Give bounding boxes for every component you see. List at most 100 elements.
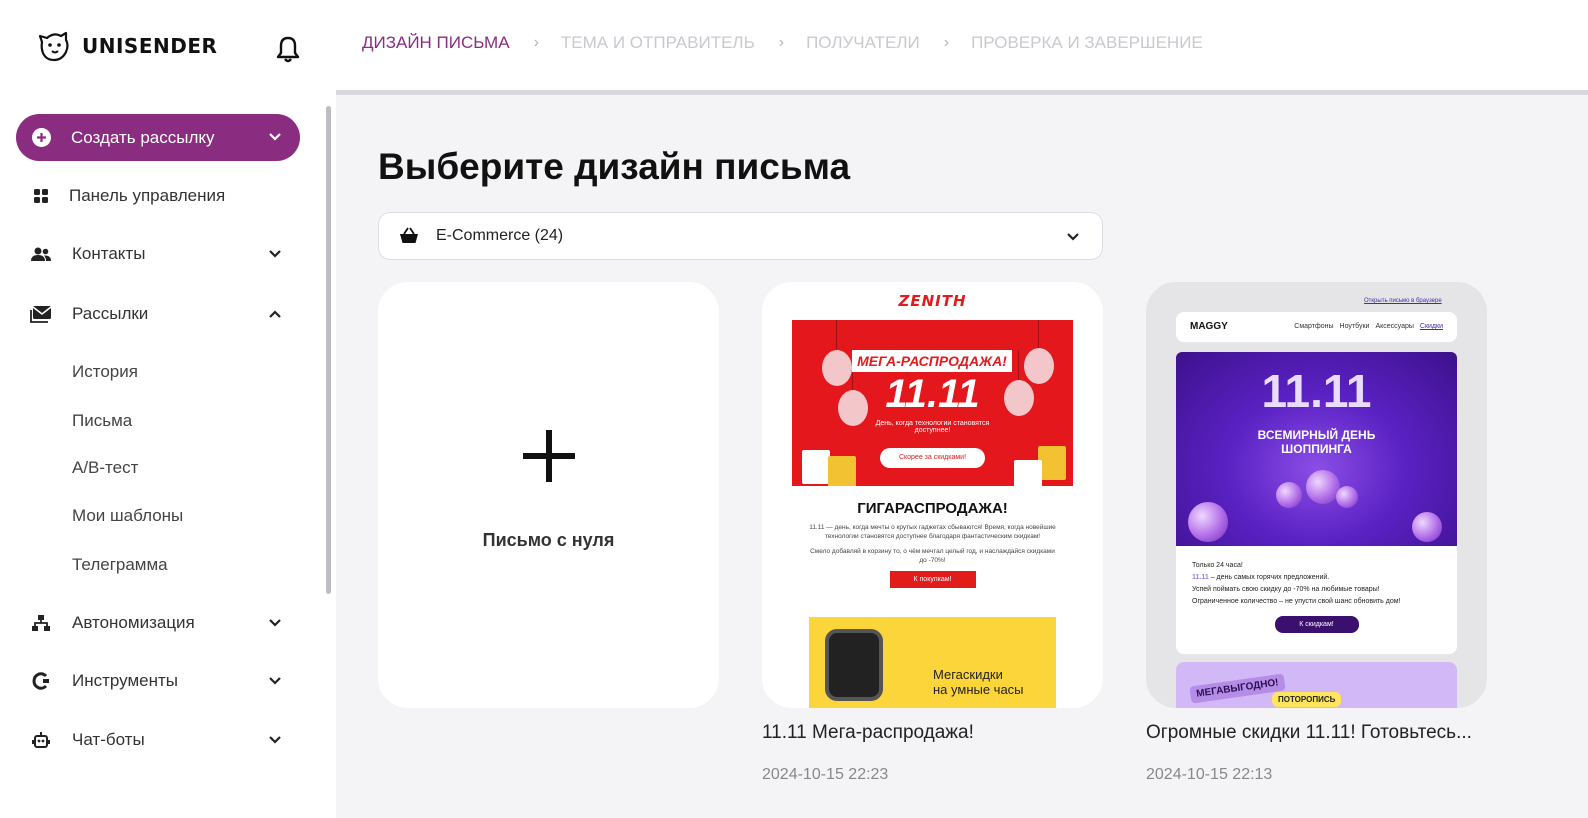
preview-button: К покупкам! [889,571,976,588]
sidebar-subitem-telegram[interactable]: Телеграмма [72,555,168,575]
preview-text: Успей поймать свою скидку до -70% на люб… [1192,586,1380,593]
preview-body: ГИГАРАСПРОДАЖА! 11.11 — день, когда мечт… [792,500,1073,588]
preview-text: Смело добавляй в корзину то, о чём мечта… [810,548,1055,564]
preview-menu: Смартфоны Ноутбуки Аксессуары Скидки [1294,323,1443,330]
sphere-shape [1188,502,1228,542]
hierarchy-icon [30,612,52,634]
sidebar-item-label: Контакты [72,244,146,263]
step-design[interactable]: ДИЗАЙН ПИСЬМА [362,33,510,53]
template-title[interactable]: 11.11 Мега-распродажа! [762,722,974,744]
preview-highlight: 11.11 [1192,574,1209,581]
chevron-down-icon [269,619,281,627]
chevron-down-icon [269,250,281,258]
step-review-finish[interactable]: ПРОВЕРКА И ЗАВЕРШЕНИЕ [971,33,1203,53]
chevron-down-icon [269,736,281,744]
sidebar-item-automation[interactable]: Автономизация [30,608,292,638]
preview-hero: 11.11 ВСЕМИРНЫЙ ДЕНЬ ШОППИНГА [1176,352,1457,546]
bag-shape [1014,460,1042,486]
sidebar-item-campaigns[interactable]: Рассылки [30,299,292,329]
preview-cta: Скорее за скидками! [880,448,985,468]
plus-circle-icon [32,128,51,147]
logo[interactable]: UNISENDER [36,28,217,64]
chevron-right-icon: › [943,34,950,51]
preview-subtitle-line: ВСЕМИРНЫЙ ДЕНЬ [1257,428,1376,442]
sidebar-item-label: Автономизация [72,613,195,632]
preview-big-number: 11.11 [885,372,980,416]
step-subject-sender[interactable]: ТЕМА И ОТПРАВИТЕЛЬ [561,33,755,53]
sidebar-fade [0,760,336,818]
template-card[interactable]: Открыть письмо в браузере MAGGY Смартфон… [1146,282,1487,708]
chevron-down-icon [1067,233,1079,241]
sidebar: UNISENDER Создать рассылку Панель управл… [0,0,336,818]
sphere-shape [1306,470,1340,504]
sidebar-item-tools[interactable]: Инструменты [30,666,292,696]
dog-logo-icon [38,31,69,62]
sphere-shape [1412,512,1442,542]
preview-menu-item: Скидки [1419,323,1443,330]
preview-text: Ограниченное количество – не упусти свой… [1192,598,1401,605]
grid-icon [30,185,52,207]
sidebar-item-label: Инструменты [72,671,179,690]
template-card[interactable]: ZENITH МЕГА-РАСПРОДАЖА! 11.11 День, когд… [762,282,1103,708]
template-preview: ZENITH МЕГА-РАСПРОДАЖА! 11.11 День, когд… [792,282,1073,708]
logo-text: UNISENDER [82,34,218,58]
preview-text: 11.11 – день самых горячих предложений. [1192,572,1441,584]
wizard-progress-line [336,90,1588,95]
preview-logo: ZENITH [898,292,967,310]
sidebar-item-chatbots[interactable]: Чат-боты [30,725,292,755]
sidebar-subitem-my-templates[interactable]: Мои шаблоны [72,506,183,526]
preview-brand: MAGGY [1190,321,1228,332]
tools-icon [30,670,52,692]
wizard-steps: ДИЗАЙН ПИСЬМА › ТЕМА И ОТПРАВИТЕЛЬ › ПОЛ… [362,33,1203,53]
create-campaign-button[interactable]: Создать рассылку [16,114,300,161]
sidebar-subitem-history[interactable]: История [72,362,138,382]
preview-promo-badge: ПОТОРОПИСЬ [1272,692,1342,707]
preview-subtitle-line: ШОППИНГА [1281,442,1352,456]
preview-watch-line: Мегаскидки [933,667,1003,682]
chevron-down-icon [269,677,281,685]
sphere-shape [1276,482,1302,508]
plus-icon [522,429,575,482]
preview-menu-item: Смартфоны [1294,323,1334,330]
sidebar-item-label: Рассылки [72,304,149,323]
envelope-icon [30,303,52,325]
bag-shape [828,456,856,486]
preview-text-part: – день самых горячих предложений. [1208,574,1330,581]
template-date: 2024-10-15 22:13 [1146,766,1273,783]
sidebar-scrollbar[interactable] [326,106,331,594]
create-campaign-label: Создать рассылку [71,127,215,147]
preview-button: К скидкам! [1274,616,1359,633]
preview-browser-link: Открыть письмо в браузере [1364,298,1442,304]
sphere-shape [1336,486,1358,508]
sidebar-item-contacts[interactable]: Контакты [30,239,292,269]
preview-banner: МЕГА-РАСПРОДАЖА! [852,350,1012,372]
chevron-up-icon [269,310,281,318]
bell-icon[interactable] [275,35,301,63]
robot-icon [30,729,52,751]
blank-template-card[interactable]: Письмо с нуля [378,282,719,708]
sidebar-subitem-ab-test[interactable]: A/B-тест [72,458,138,478]
page-title: Выберите дизайн письма [378,146,851,187]
watch-image [825,629,883,701]
sidebar-subitem-letters[interactable]: Письма [72,411,132,431]
template-date: 2024-10-15 22:23 [762,766,889,783]
sidebar-item-dashboard[interactable]: Панель управления [30,181,292,211]
blank-template-label: Письмо с нуля [482,529,615,550]
preview-hero: МЕГА-РАСПРОДАЖА! 11.11 День, когда техно… [792,320,1073,486]
chevron-down-icon [269,133,281,141]
category-select-value: E-Commerce (24) [436,227,564,244]
preview-promo: МЕГАВЫГОДНО! ПОТОРОПИСЬ [1176,662,1457,708]
sidebar-item-label: Панель управления [69,186,226,205]
category-select[interactable]: E-Commerce (24) [378,212,1103,260]
template-title[interactable]: Огромные скидки 11.11! Готовьтесь... [1146,722,1472,744]
preview-header: MAGGY Смартфоны Ноутбуки Аксессуары Скид… [1176,312,1457,342]
sidebar-item-label: Чат-боты [72,730,145,749]
preview-subtitle: ВСЕМИРНЫЙ ДЕНЬ ШОППИНГА [1176,428,1457,456]
preview-watch-text: Мегаскидки на умные часы [933,667,1024,697]
preview-menu-item: Ноутбуки [1339,323,1370,330]
step-recipients[interactable]: ПОЛУЧАТЕЛИ [806,33,920,53]
preview-text: 11.11 — день, когда мечты о крутых гадже… [809,524,1056,540]
preview-watch-line: на умные часы [933,682,1024,697]
preview-big-number: 11.11 [1261,365,1372,417]
preview-watch-block: Мегаскидки на умные часы [809,617,1056,708]
